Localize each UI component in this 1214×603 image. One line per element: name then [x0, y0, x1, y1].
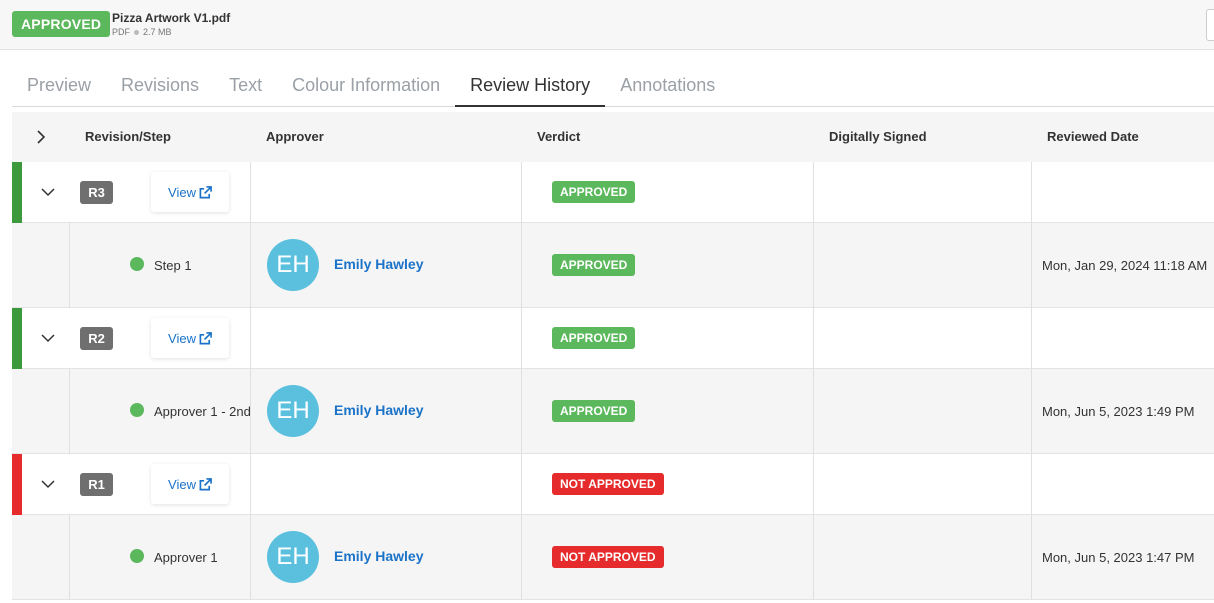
revision-badge: R2	[80, 327, 113, 350]
verdict-badge: APPROVED	[552, 327, 636, 349]
step-row: Approver 1 - 2nd EH Emily Hawley APPROVE…	[12, 369, 1214, 454]
revision-row: R3 View APPROVED	[12, 162, 1214, 223]
column-header-digitally-signed: Digitally Signed	[829, 129, 927, 144]
step-status-dot	[130, 549, 144, 563]
file-type: PDF	[112, 27, 130, 37]
column-header-approver: Approver	[266, 129, 324, 144]
approver-name-link[interactable]: Emily Hawley	[334, 548, 424, 564]
step-status-dot	[130, 403, 144, 417]
verdict-badge: APPROVED	[552, 254, 636, 276]
verdict-badge: APPROVED	[552, 181, 636, 203]
verdict-badge: NOT APPROVED	[552, 473, 664, 495]
file-size: 2.7 MB	[143, 27, 172, 37]
revision-badge: R1	[80, 473, 113, 496]
revision-status-accent	[12, 454, 22, 515]
file-name: Pizza Artwork V1.pdf	[112, 11, 231, 25]
revision-status-accent	[12, 308, 22, 369]
file-meta: PDF 2.7 MB	[112, 27, 172, 37]
revision-badge: R3	[80, 181, 113, 204]
view-button[interactable]: View	[151, 318, 229, 358]
tab-bar: Preview Revisions Text Colour Informatio…	[12, 64, 1214, 107]
tab-revisions[interactable]: Revisions	[106, 64, 214, 107]
step-label: Approver 1 - 2nd	[154, 404, 251, 419]
step-label: Approver 1	[154, 550, 218, 565]
column-header-reviewed-date: Reviewed Date	[1047, 129, 1139, 144]
column-header-revision-step: Revision/Step	[85, 129, 171, 144]
chevron-down-icon[interactable]	[40, 184, 56, 200]
step-label: Step 1	[154, 258, 192, 273]
reviewed-date: Mon, Jun 5, 2023 1:49 PM	[1042, 404, 1195, 419]
tab-annotations[interactable]: Annotations	[605, 64, 730, 107]
step-status-dot	[130, 257, 144, 271]
verdict-badge: NOT APPROVED	[552, 546, 664, 568]
approver-name-link[interactable]: Emily Hawley	[334, 256, 424, 272]
view-button-label: View	[168, 184, 196, 200]
avatar: EH	[267, 385, 319, 437]
external-link-icon	[199, 477, 212, 490]
chevron-down-icon[interactable]	[40, 330, 56, 346]
tab-preview[interactable]: Preview	[12, 64, 106, 107]
revision-status-accent	[12, 162, 22, 223]
revision-row: R1 View NOT APPROVED	[12, 454, 1214, 515]
chevron-right-icon[interactable]	[32, 128, 50, 146]
view-button[interactable]: View	[151, 464, 229, 504]
view-button[interactable]: View	[151, 172, 229, 212]
avatar: EH	[267, 531, 319, 583]
approver-name-link[interactable]: Emily Hawley	[334, 402, 424, 418]
step-row: Step 1 EH Emily Hawley APPROVED Mon, Jan…	[12, 223, 1214, 308]
table-header: Revision/Step Approver Verdict Digitally…	[12, 112, 1214, 162]
separator-dot-icon	[134, 29, 139, 35]
tab-review-history[interactable]: Review History	[455, 64, 606, 107]
tab-text[interactable]: Text	[214, 64, 277, 107]
verdict-badge: APPROVED	[552, 400, 636, 422]
status-badge: APPROVED	[12, 11, 111, 37]
revision-row: R2 View APPROVED	[12, 308, 1214, 369]
avatar: EH	[267, 239, 319, 291]
tab-colour-information[interactable]: Colour Information	[277, 64, 455, 107]
reviewed-date: Mon, Jun 5, 2023 1:47 PM	[1042, 550, 1195, 565]
external-link-icon	[199, 331, 212, 344]
chevron-down-icon[interactable]	[40, 476, 56, 492]
reviewed-date: Mon, Jan 29, 2024 11:18 AM	[1042, 258, 1208, 273]
view-button-label: View	[168, 476, 196, 492]
external-link-icon	[199, 185, 212, 198]
column-header-verdict: Verdict	[537, 129, 581, 144]
view-button-label: View	[168, 330, 196, 346]
header-action-button[interactable]	[1206, 9, 1214, 41]
step-row: Approver 1 EH Emily Hawley NOT APPROVED …	[12, 515, 1214, 600]
file-header: APPROVED Pizza Artwork V1.pdf PDF 2.7 MB	[0, 0, 1214, 50]
